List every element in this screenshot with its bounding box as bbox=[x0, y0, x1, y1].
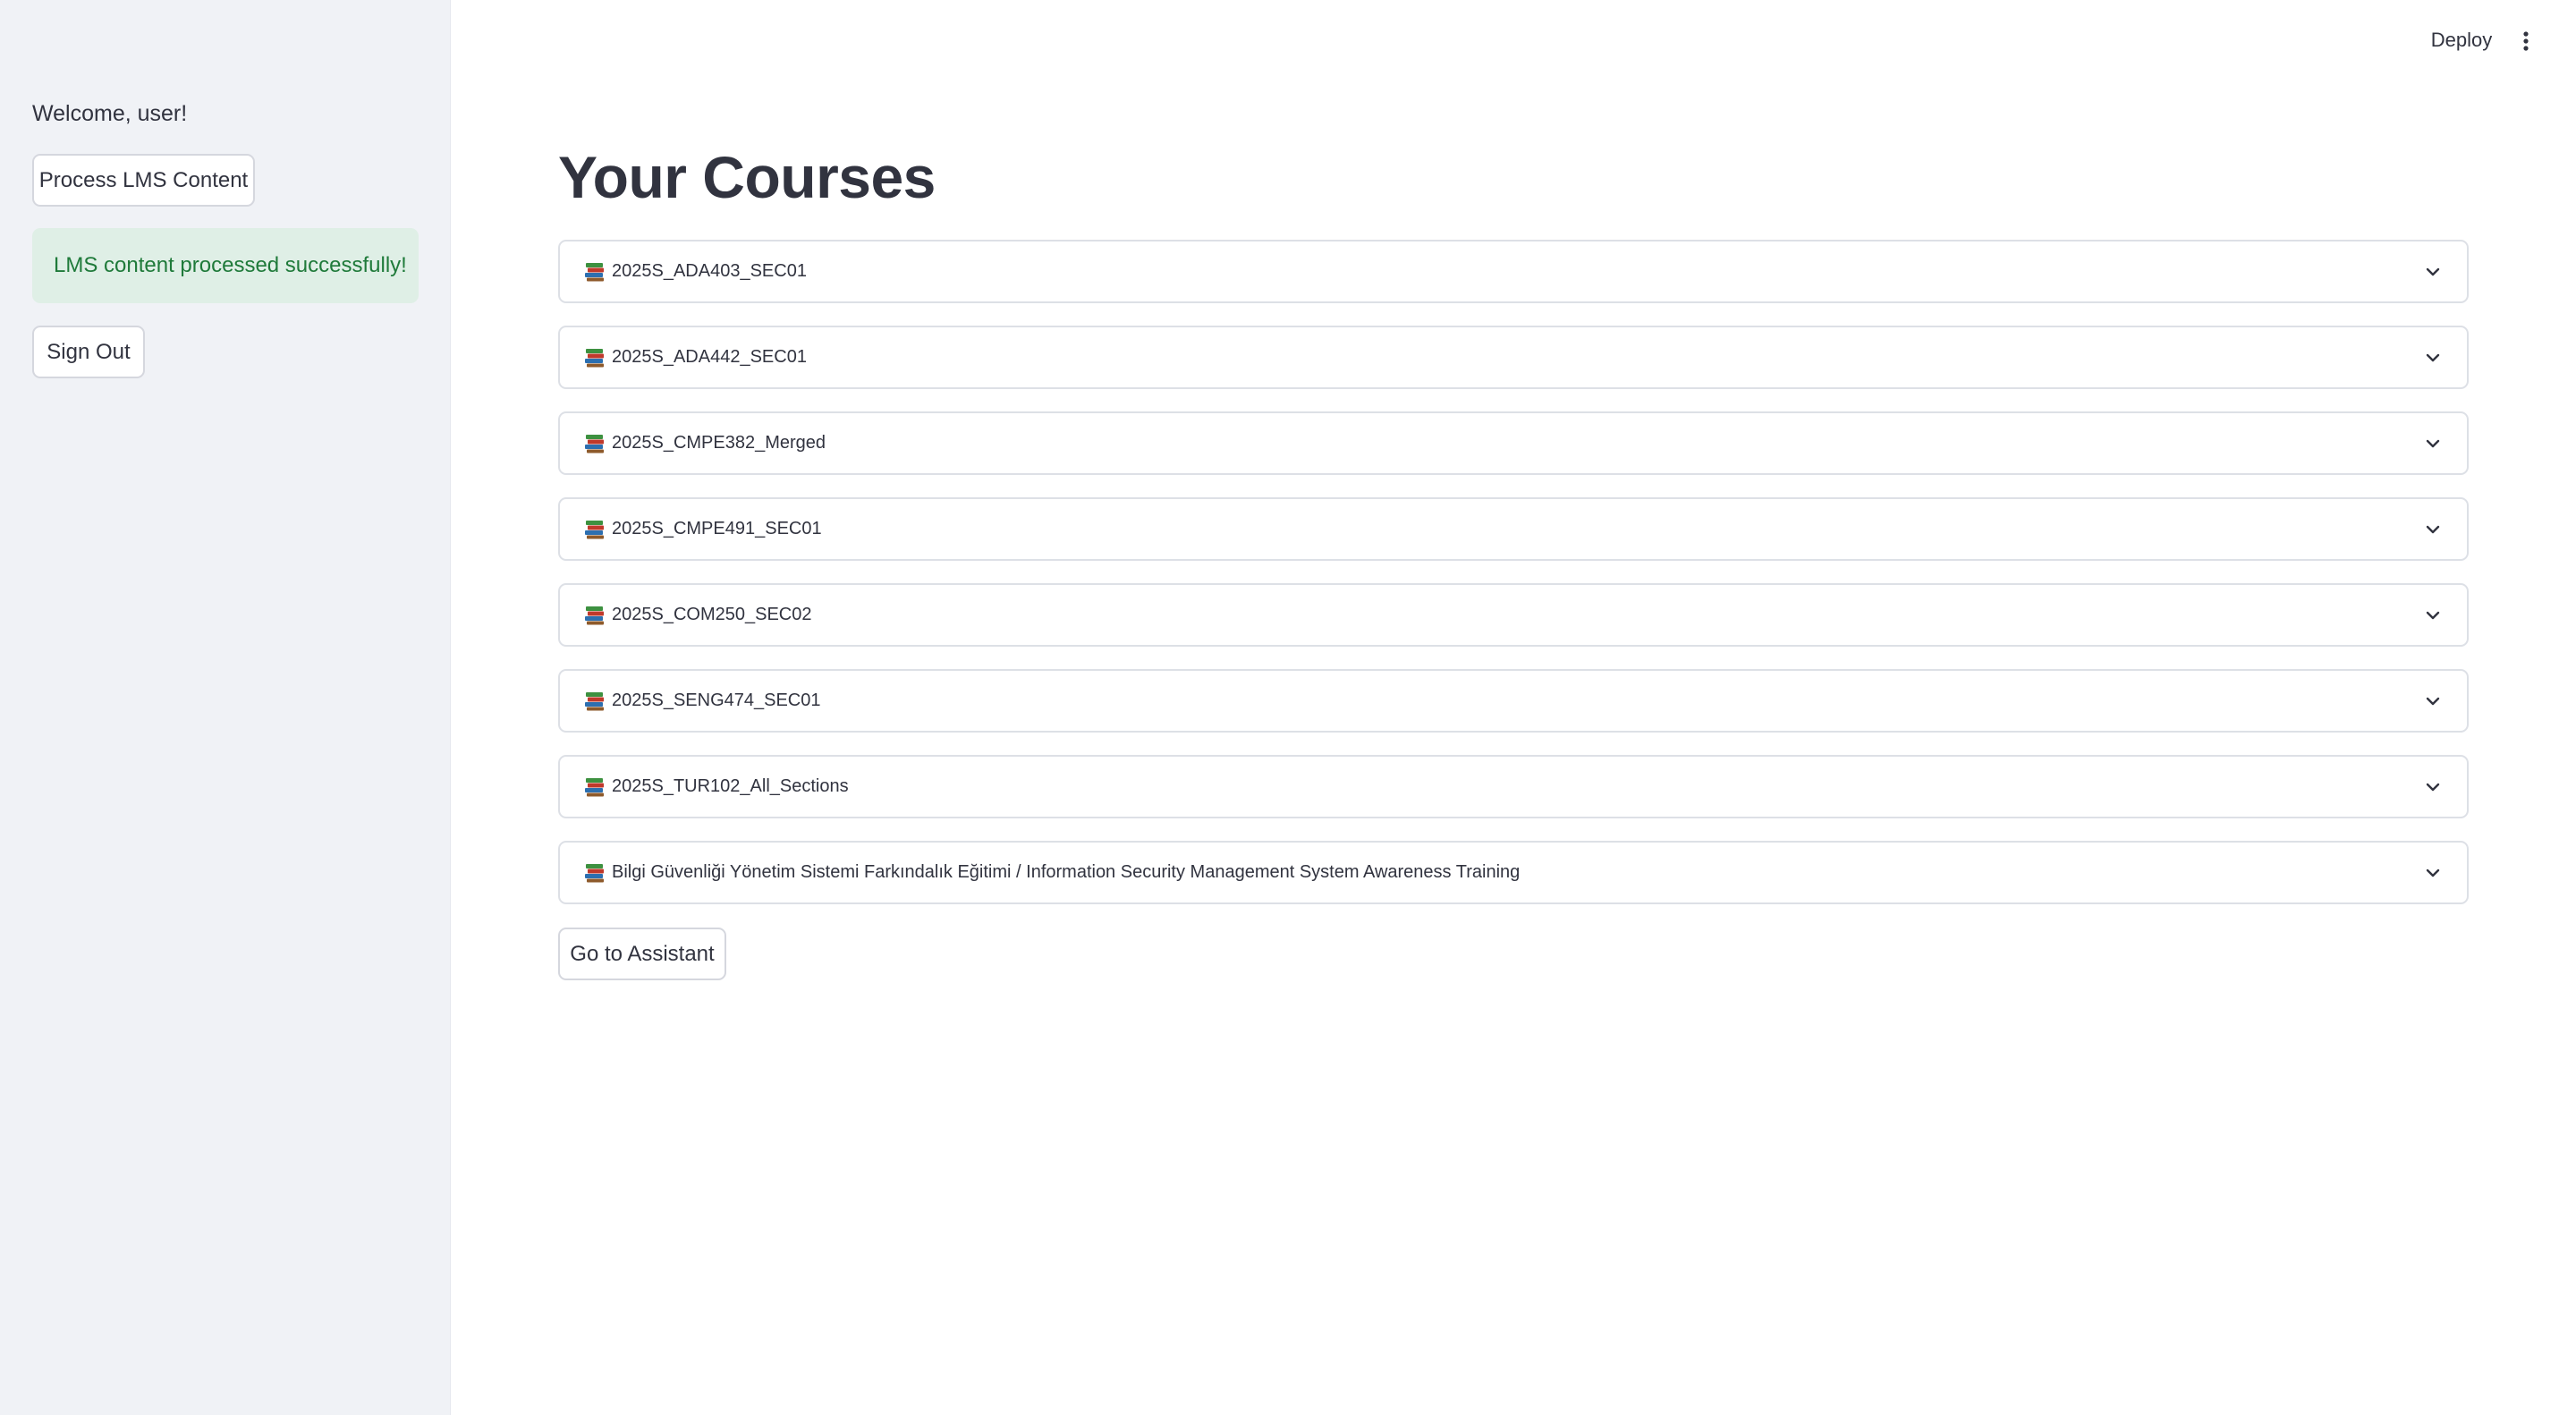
chevron-down-icon bbox=[2426, 783, 2440, 791]
go-to-assistant-button[interactable]: Go to Assistant bbox=[558, 928, 726, 980]
course-label: 2025S_CMPE491_SEC01 bbox=[612, 519, 822, 538]
success-message: LMS content processed successfully! bbox=[54, 253, 407, 277]
course-label: 2025S_COM250_SEC02 bbox=[612, 605, 812, 624]
process-lms-button[interactable]: Process LMS Content bbox=[32, 154, 255, 207]
course-expander-4[interactable]: 2025S_CMPE491_SEC01 bbox=[558, 497, 2469, 561]
books-icon bbox=[585, 777, 604, 796]
books-icon bbox=[585, 348, 604, 367]
app: Welcome, user! Process LMS Content LMS c… bbox=[0, 0, 2576, 1415]
course-label: 2025S_SENG474_SEC01 bbox=[612, 691, 821, 710]
books-icon bbox=[585, 691, 604, 710]
books-icon bbox=[585, 434, 604, 453]
vertical-dots-icon bbox=[2523, 31, 2529, 51]
course-label: 2025S_ADA442_SEC01 bbox=[612, 347, 807, 367]
main-menu-button[interactable] bbox=[2513, 25, 2538, 57]
course-label: 2025S_ADA403_SEC01 bbox=[612, 261, 807, 281]
deploy-button[interactable]: Deploy bbox=[2417, 25, 2506, 55]
chevron-down-icon bbox=[2426, 525, 2440, 533]
sign-out-button[interactable]: Sign Out bbox=[32, 326, 145, 378]
chevron-down-icon bbox=[2426, 353, 2440, 361]
course-label: 2025S_TUR102_All_Sections bbox=[612, 776, 849, 796]
chevron-down-icon bbox=[2426, 611, 2440, 619]
books-icon bbox=[585, 863, 604, 882]
welcome-text: Welcome, user! bbox=[32, 101, 188, 126]
course-expander-1[interactable]: 2025S_ADA403_SEC01 bbox=[558, 240, 2469, 303]
sidebar: Welcome, user! Process LMS Content LMS c… bbox=[0, 0, 451, 1415]
course-label: Bilgi Güvenliği Yönetim Sistemi Farkında… bbox=[612, 862, 1521, 882]
books-icon bbox=[585, 262, 604, 281]
course-expander-5[interactable]: 2025S_COM250_SEC02 bbox=[558, 583, 2469, 647]
chevron-down-icon bbox=[2426, 868, 2440, 877]
course-expander-6[interactable]: 2025S_SENG474_SEC01 bbox=[558, 669, 2469, 733]
chevron-down-icon bbox=[2426, 439, 2440, 447]
chevron-down-icon bbox=[2426, 697, 2440, 705]
course-label: 2025S_CMPE382_Merged bbox=[612, 433, 826, 453]
books-icon bbox=[585, 606, 604, 624]
chevron-down-icon bbox=[2426, 267, 2440, 275]
course-expander-2[interactable]: 2025S_ADA442_SEC01 bbox=[558, 326, 2469, 389]
course-expander-3[interactable]: 2025S_CMPE382_Merged bbox=[558, 411, 2469, 475]
course-list: 2025S_ADA403_SEC01 2025S_ADA442_SEC01 20… bbox=[558, 240, 2469, 927]
page-title: Your Courses bbox=[558, 144, 936, 210]
books-icon bbox=[585, 520, 604, 538]
course-expander-8[interactable]: Bilgi Güvenliği Yönetim Sistemi Farkında… bbox=[558, 841, 2469, 904]
course-expander-7[interactable]: 2025S_TUR102_All_Sections bbox=[558, 755, 2469, 818]
success-alert: LMS content processed successfully! bbox=[32, 228, 419, 303]
